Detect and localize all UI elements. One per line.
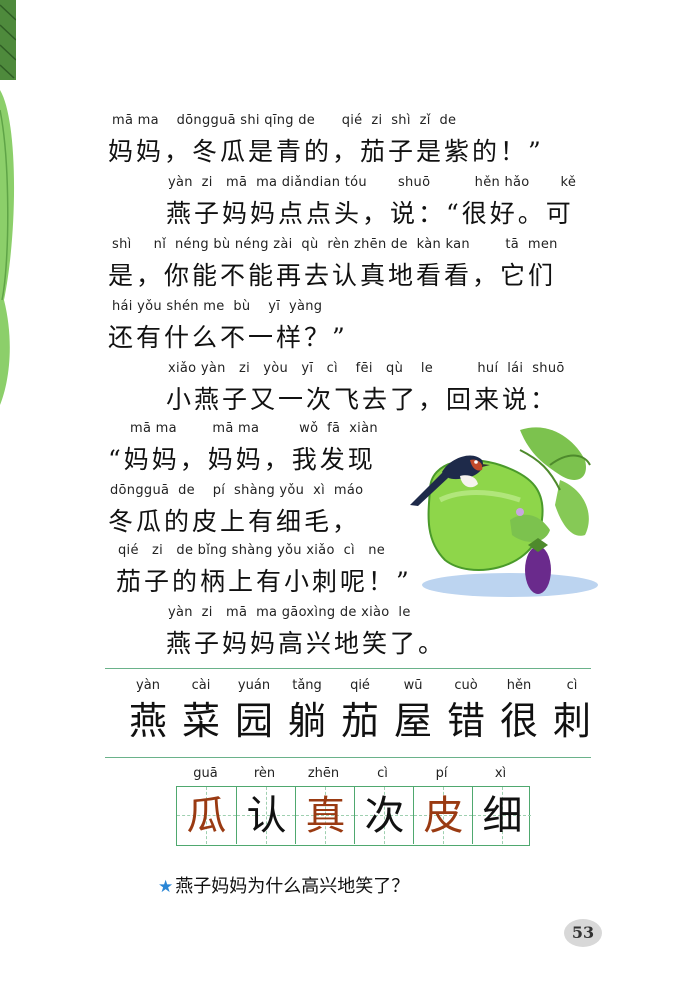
writing-char: 认 bbox=[246, 793, 287, 839]
vocab-pinyin: yuán bbox=[237, 678, 271, 693]
text-line-9: 燕子妈妈高兴地笑了。 bbox=[166, 629, 447, 658]
text-line-6: “妈妈，妈妈，我发现 bbox=[108, 445, 376, 474]
swallow-melon-illustration bbox=[410, 427, 598, 597]
text-line-7: 冬瓜的皮上有细毛， bbox=[108, 507, 361, 536]
grid-cell: 认 bbox=[236, 787, 295, 844]
pinyin-line-5: xiǎo yàn zi yòu yī cì fēi qù le huí lái … bbox=[168, 361, 565, 376]
vocab-pinyin: cuò bbox=[454, 678, 478, 693]
leaf-decoration bbox=[0, 0, 16, 405]
vocab-char: 躺 bbox=[287, 699, 326, 743]
tianzige-grid: 瓜 认 真 次 皮 细 bbox=[176, 786, 531, 846]
vocab-pinyin: wū bbox=[403, 678, 423, 693]
writing-practice: guā rèn zhēn cì pí xì 瓜 认 真 次 皮 细 bbox=[176, 766, 532, 852]
grid-cell: 真 bbox=[295, 787, 354, 844]
vocab-pinyin: hěn bbox=[506, 678, 532, 693]
vocab-char: 菜 bbox=[181, 699, 220, 743]
vocab-pinyin: tǎng bbox=[292, 678, 322, 693]
text-line-1: 妈妈，冬瓜是青的，茄子是紫的！” bbox=[108, 137, 544, 166]
pinyin-line-8: qié zi de bǐng shàng yǒu xiǎo cì ne bbox=[118, 543, 386, 558]
vocab-pinyin: yàn bbox=[136, 678, 160, 693]
vocab-item: wū 屋 bbox=[387, 678, 439, 744]
pinyin-line-7: dōngguā de pí shàng yǒu xì máo bbox=[110, 483, 364, 498]
vocab-pinyin: cài bbox=[191, 678, 211, 693]
vocab-char: 园 bbox=[234, 699, 273, 743]
vocab-item: yuán 园 bbox=[228, 678, 280, 744]
star-icon: ★ bbox=[158, 877, 174, 897]
writing-char: 次 bbox=[364, 793, 405, 839]
vocab-item: cài 菜 bbox=[175, 678, 227, 744]
vocab-char: 屋 bbox=[393, 699, 432, 743]
writing-pinyin: zhēn bbox=[307, 766, 340, 781]
comprehension-question: ★ 燕子妈妈为什么高兴地笑了？ bbox=[158, 872, 409, 898]
page-number: 53 bbox=[571, 923, 595, 942]
pinyin-line-1: mā ma dōngguā shi qīng de qié zi shì zǐ … bbox=[112, 113, 457, 128]
vocab-item: tǎng 躺 bbox=[281, 678, 333, 744]
grid-cell: 皮 bbox=[413, 787, 472, 844]
writing-char: 细 bbox=[482, 793, 523, 839]
divider-bottom bbox=[105, 757, 591, 758]
grid-cell: 次 bbox=[354, 787, 413, 844]
vocab-pinyin: cì bbox=[566, 678, 578, 693]
vocab-item: cuò 错 bbox=[440, 678, 492, 744]
writing-pinyin: cì bbox=[377, 766, 388, 781]
writing-char: 真 bbox=[305, 793, 346, 839]
text-line-8: 茄子的柄上有小刺呢！” bbox=[116, 567, 412, 596]
vocab-char: 很 bbox=[499, 699, 538, 743]
text-line-5: 小燕子又一次飞去了，回来说： bbox=[166, 385, 559, 414]
grid-cell: 瓜 bbox=[177, 787, 236, 844]
text-line-3: 是，你能不能再去认真地看看，它们 bbox=[108, 261, 557, 290]
pinyin-line-6: mā ma mā ma wǒ fā xiàn bbox=[130, 421, 378, 436]
text-line-2: 燕子妈妈点点头，说：“很好。可 bbox=[166, 199, 574, 228]
vocabulary-row: yàn 燕 cài 菜 yuán 园 tǎng 躺 qié 茄 wū 屋 cuò… bbox=[122, 678, 591, 750]
question-text: 燕子妈妈为什么高兴地笑了？ bbox=[175, 876, 410, 897]
writing-pinyin-row: guā rèn zhēn cì pí xì bbox=[176, 766, 532, 786]
writing-pinyin: rèn bbox=[253, 766, 276, 781]
writing-pinyin: guā bbox=[193, 766, 218, 781]
pinyin-line-9: yàn zi mā ma gāoxìng de xiào le bbox=[168, 605, 411, 620]
pinyin-line-3: shì nǐ néng bù néng zài qù rèn zhēn de k… bbox=[112, 237, 558, 252]
page-number-badge: 53 bbox=[563, 918, 603, 948]
grid-cell: 细 bbox=[472, 787, 531, 844]
vocab-item: cì 刺 bbox=[546, 678, 598, 744]
vocab-pinyin: qié bbox=[350, 678, 370, 693]
vocab-char: 刺 bbox=[552, 699, 591, 743]
divider-top bbox=[105, 668, 591, 669]
writing-char: 皮 bbox=[423, 793, 464, 839]
writing-pinyin: pí bbox=[435, 766, 448, 781]
vocab-char: 茄 bbox=[340, 699, 379, 743]
vocab-char: 错 bbox=[446, 699, 485, 743]
writing-pinyin: xì bbox=[494, 766, 507, 781]
vocab-item: hěn 很 bbox=[493, 678, 545, 744]
vocab-char: 燕 bbox=[128, 699, 167, 743]
vocab-item: qié 茄 bbox=[334, 678, 386, 744]
pinyin-line-2: yàn zi mā ma diǎndian tóu shuō hěn hǎo k… bbox=[168, 175, 577, 190]
text-line-4: 还有什么不一样？” bbox=[108, 323, 348, 352]
vocab-item: yàn 燕 bbox=[122, 678, 174, 744]
pinyin-line-4: hái yǒu shén me bù yī yàng bbox=[112, 299, 323, 314]
writing-char: 瓜 bbox=[186, 793, 227, 839]
